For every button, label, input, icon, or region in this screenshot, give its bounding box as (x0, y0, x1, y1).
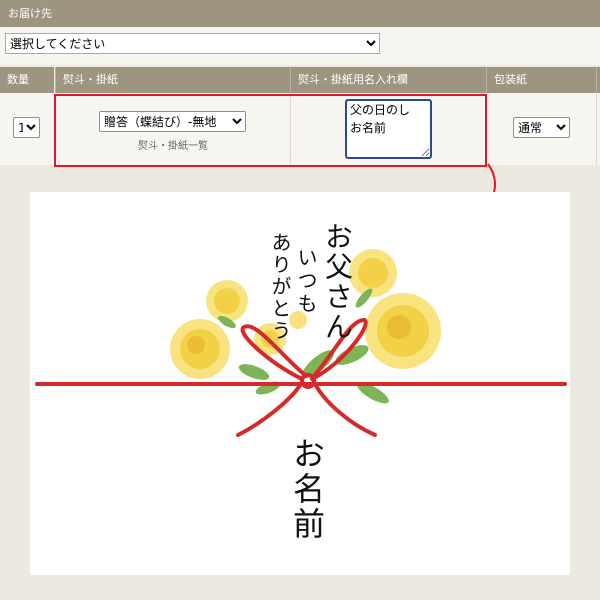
preview-text-line2: いつも (294, 247, 318, 316)
noshi-preview: お父さん いつも ありがとう お名前 (30, 192, 570, 575)
mizuhiki-ribbon (35, 317, 567, 437)
header-extra (596, 67, 600, 93)
header-wrapping: 包装紙 (486, 67, 596, 93)
delivery-header: お届け先 (0, 0, 600, 27)
preview-text-line3: ありがとう (268, 232, 292, 342)
preview-name: お名前 (288, 437, 326, 542)
header-name: 熨斗・掛紙用名入れ欄 (290, 67, 486, 93)
column-divider (596, 93, 597, 165)
header-noshi: 熨斗・掛紙 (55, 67, 290, 93)
wrapping-select[interactable]: 通常 (513, 117, 570, 138)
header-quantity: 数量 (0, 67, 54, 93)
delivery-select-row: 選択してください (0, 27, 600, 65)
quantity-select[interactable]: 1 (13, 117, 40, 138)
highlight-box (54, 94, 487, 167)
preview-text-line1: お父さん (321, 222, 354, 342)
delivery-address-select[interactable]: 選択してください (5, 33, 380, 54)
